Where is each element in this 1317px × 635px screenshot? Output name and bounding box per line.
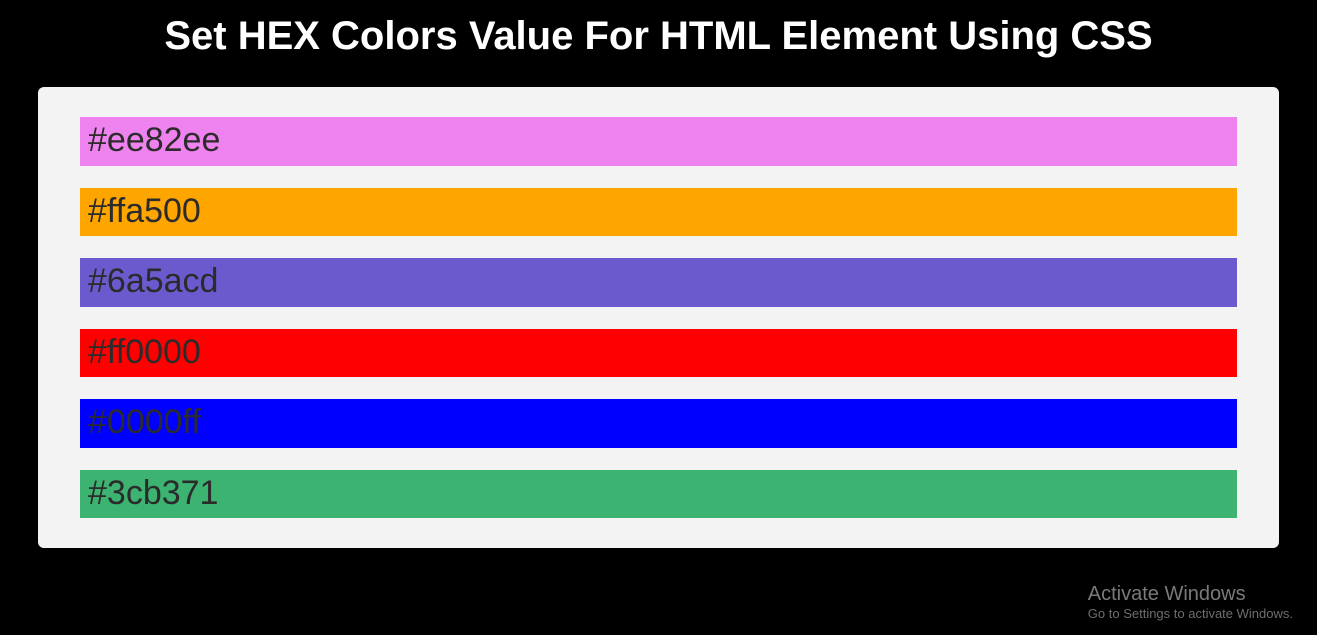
color-bar-mediumseagreen: #3cb371: [80, 470, 1237, 519]
color-bar-blue: #0000ff: [80, 399, 1237, 448]
watermark-subtitle: Go to Settings to activate Windows.: [1088, 606, 1293, 621]
color-bar-red: #ff0000: [80, 329, 1237, 378]
color-bar-slateblue: #6a5acd: [80, 258, 1237, 307]
page-title: Set HEX Colors Value For HTML Element Us…: [0, 0, 1317, 69]
watermark-title: Activate Windows: [1088, 583, 1293, 606]
color-bar-orange: #ffa500: [80, 188, 1237, 237]
color-container: #ee82ee #ffa500 #6a5acd #ff0000 #0000ff …: [38, 87, 1279, 548]
windows-activation-watermark: Activate Windows Go to Settings to activ…: [1088, 583, 1293, 621]
color-bar-violet: #ee82ee: [80, 117, 1237, 166]
